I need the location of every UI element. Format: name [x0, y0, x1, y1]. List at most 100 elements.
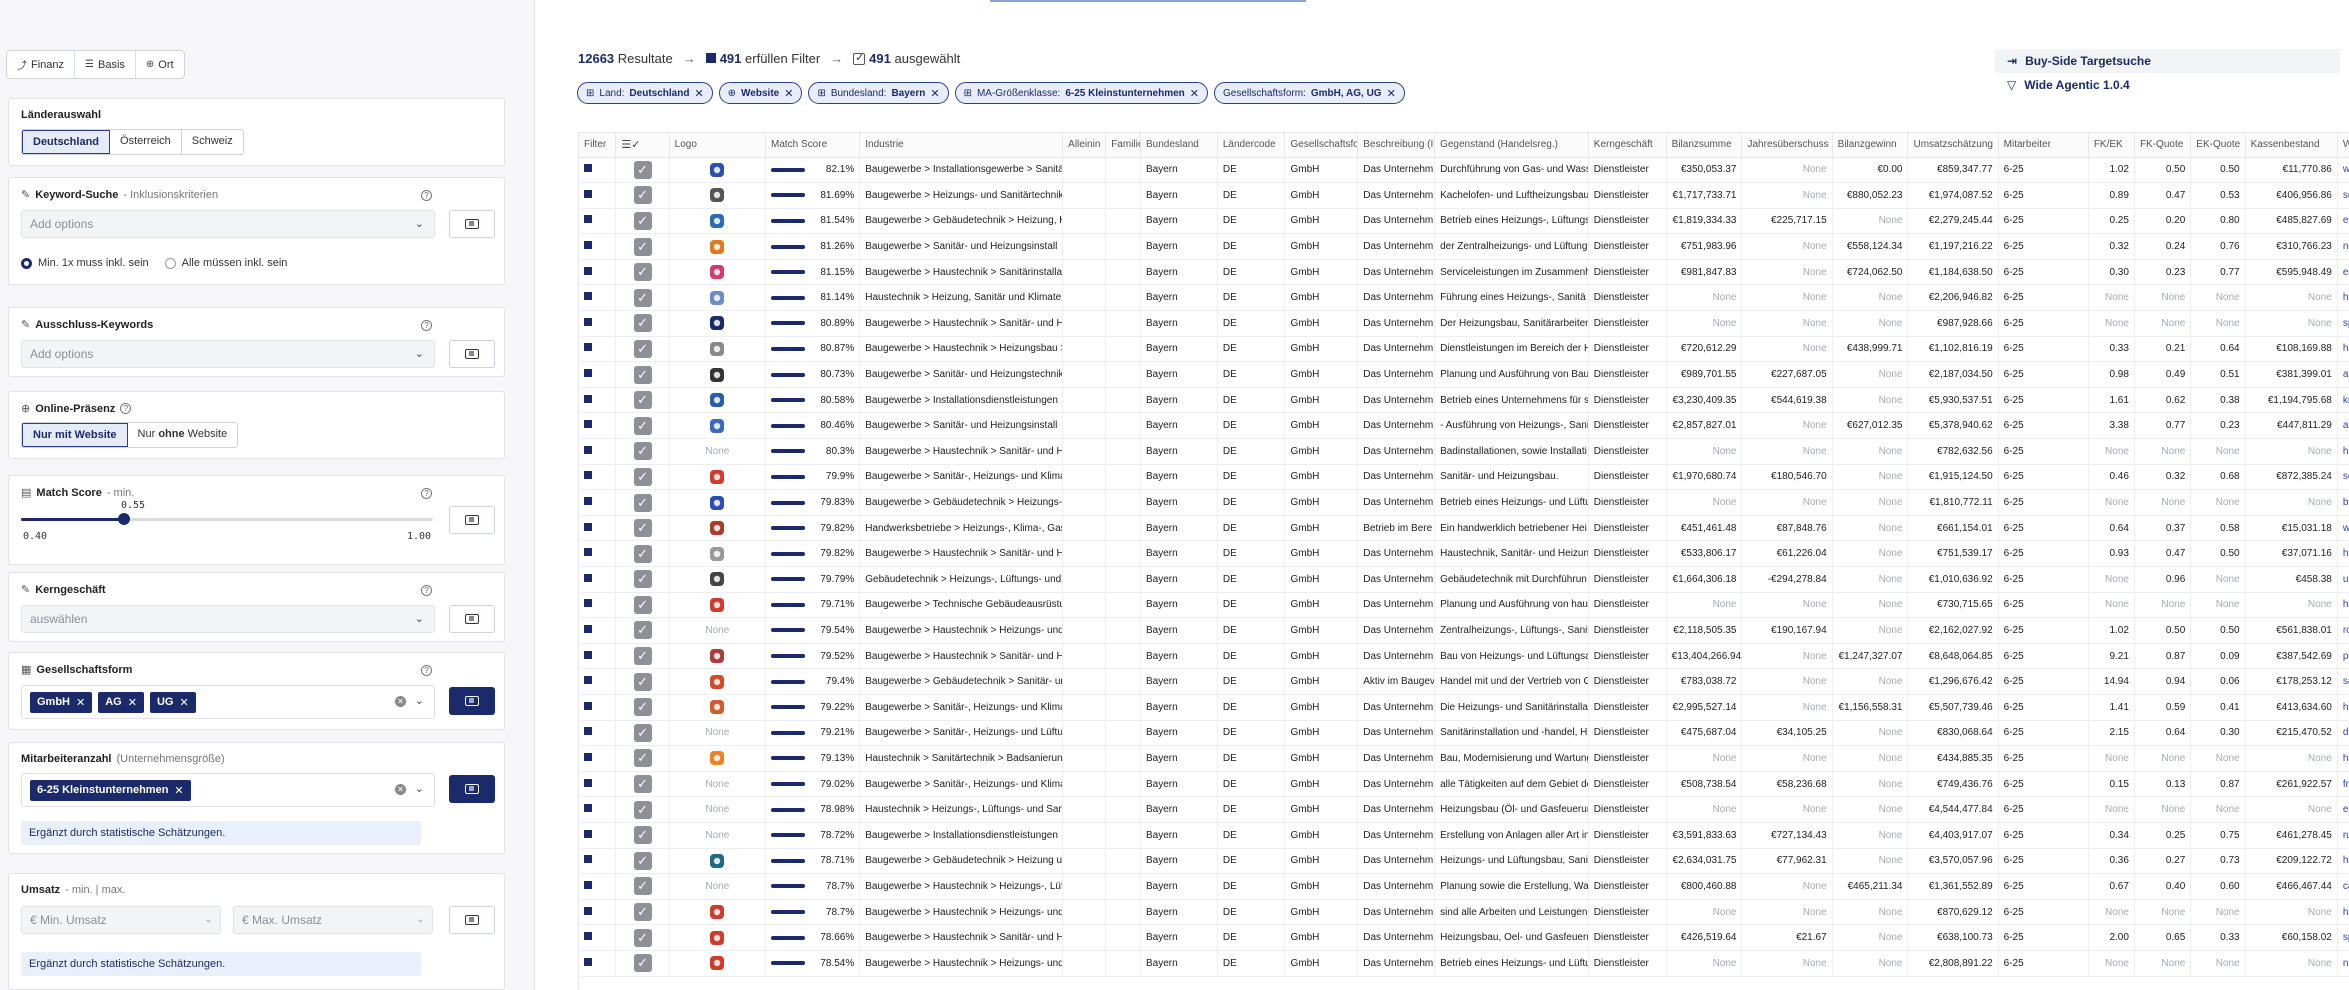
- remove-chip-icon[interactable]: ✕: [179, 696, 188, 709]
- tab-finanz[interactable]: ⤴ Finanz: [7, 51, 76, 78]
- radio-all[interactable]: Alle müssen inkl. sein: [164, 257, 287, 269]
- column-header[interactable]: Umsatzschätzung: [1907, 133, 1999, 158]
- website-link[interactable]: heiz: [2337, 848, 2349, 875]
- row-checkbox[interactable]: ✓: [633, 826, 652, 845]
- match-clear-button[interactable]: [449, 506, 495, 534]
- column-header[interactable]: Ländercode: [1217, 133, 1286, 158]
- row-checkbox[interactable]: ✓: [633, 698, 652, 717]
- website-link[interactable]: spin: [2337, 310, 2349, 337]
- table-row[interactable]: ✓ None 79.21% Baugewerbe > Sanitär-, Heizun…: [579, 720, 2349, 747]
- gesellschaft-clear-button[interactable]: [449, 687, 495, 715]
- row-checkbox[interactable]: ✓: [633, 339, 652, 358]
- column-header[interactable]: Mitarbeiter: [1998, 133, 2089, 158]
- table-row[interactable]: ✓ 80.46% Baugewerbe > Sanitär- und Heizung…: [579, 412, 2349, 440]
- tab-ort[interactable]: ⊕ Ort: [136, 51, 184, 78]
- remove-chip-icon[interactable]: ✕: [128, 696, 137, 709]
- website-link[interactable]: seeb: [2337, 464, 2349, 491]
- website-link[interactable]: schi: [2337, 182, 2349, 209]
- row-checkbox[interactable]: ✓: [633, 544, 652, 563]
- row-checkbox[interactable]: ✓: [633, 928, 652, 947]
- filter-chip[interactable]: ⊞ Land: Deutschland ✕: [577, 82, 713, 104]
- chip-mitarbeiter[interactable]: 6-25 Kleinstunternehmen ✕: [30, 779, 191, 801]
- row-checkbox[interactable]: ✓: [633, 595, 652, 614]
- chip-ag[interactable]: AG ✕: [98, 691, 144, 713]
- website-link[interactable]: posc: [2337, 643, 2349, 670]
- row-checkbox[interactable]: ✓: [633, 160, 652, 179]
- radio-min-one[interactable]: Min. 1x muss inkl. sein: [21, 257, 149, 269]
- laender-option-deutschland[interactable]: Deutschland: [22, 130, 111, 154]
- website-link[interactable]: hoch: [2337, 694, 2349, 721]
- remove-filter-icon[interactable]: ✕: [930, 87, 939, 100]
- row-checkbox[interactable]: ✓: [633, 211, 652, 230]
- laender-option-oesterreich[interactable]: Österreich: [110, 130, 182, 154]
- table-row[interactable]: ✓ 78.54% Baugewerbe > Haustechnik > Heizun…: [579, 950, 2349, 977]
- chip-ug[interactable]: UG ✕: [149, 691, 196, 713]
- row-checkbox[interactable]: ✓: [633, 442, 652, 461]
- table-row[interactable]: ✓ 80.87% Baugewerbe > Haustechnik > Heizun…: [579, 336, 2349, 363]
- column-header[interactable]: Alleinin: [1062, 133, 1107, 158]
- website-link[interactable]: heiz: [2337, 592, 2349, 619]
- slider-handle[interactable]: [118, 513, 130, 525]
- filter-chip[interactable]: ⊞ Bundesland: Bayern ✕: [808, 82, 949, 104]
- remove-chip-icon[interactable]: ✕: [76, 696, 85, 709]
- table-row[interactable]: ✓ 79.82% Handwerksbetriebe > Heizungs-, Kl…: [579, 515, 2349, 542]
- column-header[interactable]: Beschreibung (I: [1357, 133, 1436, 158]
- gesellschaft-select[interactable]: GmbH ✕ AG ✕ UG ✕ ✕ ⌄: [21, 685, 435, 719]
- match-slider[interactable]: [21, 513, 433, 525]
- row-checkbox[interactable]: ✓: [633, 263, 652, 282]
- website-link[interactable]: haus: [2337, 899, 2349, 926]
- filter-chip[interactable]: Gesellschaftsform: GmbH, AG, UG ✕: [1214, 82, 1405, 104]
- column-header[interactable]: Bilanzsumme: [1666, 133, 1743, 158]
- table-row[interactable]: ✓ 78.71% Baugewerbe > Gebäudetechnik > Hei…: [579, 848, 2349, 875]
- table-row[interactable]: ✓ 78.66% Baugewerbe > Haustechnik > Sanitä…: [579, 924, 2349, 951]
- website-link[interactable]: fritz: [2337, 771, 2349, 798]
- keyword-clear-button[interactable]: [449, 210, 495, 238]
- table-row[interactable]: ✓ 80.73% Baugewerbe > Sanitär- und Heizung…: [579, 361, 2349, 388]
- filter-chip[interactable]: ⊕ Website ✕: [718, 82, 803, 104]
- website-link[interactable]: din-: [2337, 720, 2349, 747]
- table-row[interactable]: ✓ 78.7% Baugewerbe > Haustechnik > Heizung…: [579, 899, 2349, 926]
- table-row[interactable]: ✓ 80.58% Baugewerbe > Installationsdienstl…: [579, 387, 2349, 414]
- row-checkbox[interactable]: ✓: [633, 672, 652, 691]
- website-link[interactable]: wink: [2337, 157, 2349, 184]
- filter-chip[interactable]: ⊞ MA-Größenklasse: 6-25 Kleinstunternehmen…: [954, 82, 1209, 104]
- row-checkbox[interactable]: ✓: [633, 493, 652, 512]
- website-link[interactable]: rupp: [2337, 822, 2349, 849]
- website-link[interactable]: haus: [2337, 438, 2349, 465]
- row-checkbox[interactable]: ✓: [633, 647, 652, 666]
- row-checkbox[interactable]: ✓: [633, 877, 652, 896]
- clear-all-icon[interactable]: ✕: [395, 784, 406, 795]
- column-header[interactable]: ☰✓: [615, 133, 670, 158]
- remove-chip-icon[interactable]: ✕: [174, 784, 183, 797]
- website-link[interactable]: b-g-: [2337, 489, 2349, 516]
- column-header[interactable]: EK-Quote: [2190, 133, 2246, 158]
- remove-filter-icon[interactable]: ✕: [1190, 87, 1199, 100]
- column-header[interactable]: Match Score: [765, 133, 861, 158]
- row-checkbox[interactable]: ✓: [633, 570, 652, 589]
- table-row[interactable]: ✓ 79.52% Baugewerbe > Haustechnik > Sanitä…: [579, 643, 2349, 670]
- row-checkbox[interactable]: ✓: [633, 621, 652, 640]
- table-row[interactable]: ✓ None 79.02% Baugewerbe > Sanitär-, Heizun…: [579, 771, 2349, 798]
- website-link[interactable]: haus: [2337, 540, 2349, 567]
- table-row[interactable]: ✓ None 78.98% Haustechnik > Heizungs-, Lüft…: [579, 796, 2349, 823]
- row-checkbox[interactable]: ✓: [633, 416, 652, 435]
- row-checkbox[interactable]: ✓: [633, 391, 652, 410]
- column-header[interactable]: Gegenstand (Handelsreg.): [1434, 133, 1589, 158]
- kern-select[interactable]: auswählen ⌄: [21, 605, 435, 633]
- row-checkbox[interactable]: ✓: [633, 903, 652, 922]
- column-header[interactable]: Bilanzgewinn: [1832, 133, 1909, 158]
- help-icon[interactable]: ?: [421, 665, 432, 676]
- table-row[interactable]: ✓ 79.79% Gebäudetechnik > Heizungs-, Lüftu…: [579, 566, 2349, 593]
- website-link[interactable]: haus: [2337, 284, 2349, 312]
- help-icon[interactable]: ?: [421, 190, 432, 201]
- website-link[interactable]: hart: [2337, 745, 2349, 772]
- row-checkbox[interactable]: ✓: [633, 288, 652, 307]
- column-header[interactable]: Web: [2337, 133, 2349, 158]
- keyword-input[interactable]: Add options ⌄: [21, 210, 435, 238]
- website-link[interactable]: casp: [2337, 873, 2349, 900]
- table-row[interactable]: ✓ None 79.54% Baugewerbe > Haustechnik > He…: [579, 617, 2349, 644]
- website-link[interactable]: rom: [2337, 617, 2349, 644]
- table-row[interactable]: ✓ 79.22% Baugewerbe > Sanitär-, Heizungs- …: [579, 694, 2349, 721]
- row-checkbox[interactable]: ✓: [633, 749, 652, 768]
- table-row[interactable]: ✓ 82.1% Baugewerbe > Installationsgewerbe …: [579, 157, 2349, 184]
